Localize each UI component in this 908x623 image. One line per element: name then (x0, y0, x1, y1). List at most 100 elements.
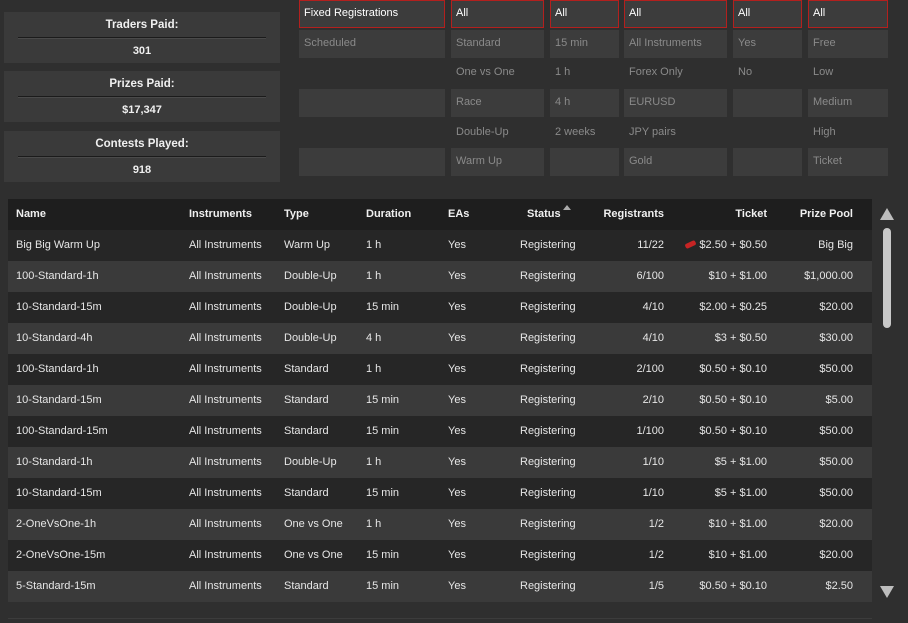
table-row[interactable]: 5-Standard-15m All Instruments Standard 15 … (8, 571, 872, 602)
table-cell: All Instruments (189, 270, 262, 282)
column-header-label: EAs (448, 208, 470, 220)
filter-option[interactable]: No (733, 59, 802, 87)
table-row[interactable]: 100-Standard-15m All Instruments Standard 1… (8, 416, 872, 447)
table-cell: $2.50 + $0.50 (684, 239, 767, 251)
table-cell-text: 100-Standard-15m (16, 425, 108, 437)
filter-option[interactable]: Forex Only (624, 59, 727, 87)
filter-option[interactable] (299, 148, 445, 176)
filter-option[interactable] (299, 89, 445, 117)
filter-option-label: High (813, 126, 836, 138)
table-cell: 6/100 (636, 270, 664, 282)
table-row[interactable]: Big Big Warm Up All Instruments Warm Up 1 h… (8, 230, 872, 261)
table-cell: All Instruments (189, 425, 262, 437)
table-row[interactable]: 10-Standard-15m All Instruments Standard 15… (8, 385, 872, 416)
filter-option[interactable]: Race (451, 89, 544, 117)
table-cell: Yes (448, 270, 466, 282)
filter-option[interactable]: Low (808, 59, 888, 87)
filter-option[interactable]: 4 h (550, 89, 619, 117)
table-cell-text: Yes (448, 301, 466, 313)
filter-option[interactable]: Free (808, 30, 888, 58)
table-cell-text: 15 min (366, 487, 400, 499)
table-header: Name Instruments Type Duration EAs Status Regi… (8, 199, 872, 230)
filter-option[interactable] (733, 89, 802, 117)
filter-option-label: EURUSD (629, 96, 676, 108)
filter-option[interactable]: JPY pairs (624, 119, 727, 147)
filter-option[interactable] (299, 59, 445, 87)
stat-contests-played: Contests Played: 918 (4, 131, 280, 182)
filter-option[interactable]: EURUSD (624, 89, 727, 117)
filter-option[interactable] (299, 119, 445, 147)
filter-option[interactable]: Scheduled (299, 30, 445, 58)
filter-option[interactable] (733, 119, 802, 147)
filter-option[interactable] (733, 148, 802, 176)
table-cell: Registering (520, 487, 576, 499)
filter-option[interactable]: All (733, 0, 802, 28)
table-cell: 10-Standard-1h (16, 456, 92, 468)
arrow-up-icon[interactable] (880, 208, 894, 220)
filter-option[interactable]: High (808, 119, 888, 147)
column-header[interactable]: Registrants (603, 208, 664, 220)
filter-option-label: Fixed Registrations (304, 7, 399, 19)
table-row[interactable]: 10-Standard-15m All Instruments Standard 15… (8, 478, 872, 509)
table-cell: Yes (448, 518, 466, 530)
table-cell-text: 100-Standard-1h (16, 270, 99, 282)
filter-option[interactable]: Ticket (808, 148, 888, 176)
table-cell: $50.00 (819, 425, 853, 437)
column-header[interactable]: Name (16, 208, 46, 220)
table-cell: All Instruments (189, 332, 262, 344)
table-cell: Yes (448, 301, 466, 313)
filter-option[interactable]: Standard (451, 30, 544, 58)
filter-option[interactable]: Yes (733, 30, 802, 58)
table-cell-text: Big Big Warm Up (16, 239, 100, 251)
filter-option[interactable]: All (550, 0, 619, 28)
filter-option[interactable]: All (451, 0, 544, 28)
table-cell: $20.00 (819, 549, 853, 561)
column-header[interactable]: Status (527, 205, 571, 220)
table-cell: 1 h (366, 456, 381, 468)
filter-option[interactable] (550, 148, 619, 176)
filter-option-label: All (555, 7, 568, 19)
filter-option[interactable]: All (808, 0, 888, 28)
column-header[interactable]: Type (284, 208, 309, 220)
filter-option[interactable]: 2 weeks (550, 119, 619, 147)
scrollbar-thumb[interactable] (883, 228, 891, 328)
table-cell: 2-OneVsOne-15m (16, 549, 105, 561)
filter-option[interactable]: All (624, 0, 727, 28)
filter-option-label: 4 h (555, 96, 571, 108)
filter-option[interactable]: One vs One (451, 59, 544, 87)
column-header[interactable]: Prize Pool (800, 208, 853, 220)
table-row[interactable]: 10-Standard-4h All Instruments Double-Up 4 … (8, 323, 872, 354)
table-row[interactable]: 2-OneVsOne-15m All Instruments One vs One 1… (8, 540, 872, 571)
table-row[interactable]: 10-Standard-1h All Instruments Double-Up 1 … (8, 447, 872, 478)
table-row[interactable]: 10-Standard-15m All Instruments Double-Up 1… (8, 292, 872, 323)
filter-option[interactable]: Gold (624, 148, 727, 176)
table-cell: $1,000.00 (804, 270, 853, 282)
table-cell-text: 15 min (366, 425, 400, 437)
table-cell: 15 min (366, 549, 399, 561)
filter-option[interactable]: 15 min (550, 30, 619, 58)
column-header[interactable]: EAs (448, 208, 469, 220)
arrow-down-icon[interactable] (880, 586, 894, 598)
column-header[interactable]: Duration (366, 208, 411, 220)
filter-option-label: Standard (456, 37, 501, 49)
table-cell: All Instruments (189, 518, 262, 530)
filter-option-label: Scheduled (304, 37, 356, 49)
table-row[interactable]: 100-Standard-1h All Instruments Double-Up 1… (8, 261, 872, 292)
filter-option[interactable]: All Instruments (624, 30, 727, 58)
table-row[interactable]: 2-OneVsOne-1h All Instruments One vs One 1 … (8, 509, 872, 540)
table-cell-text: 5-Standard-15m (16, 580, 96, 592)
filter-option[interactable]: Double-Up (451, 119, 544, 147)
table-row[interactable]: 100-Standard-1h All Instruments Standard 1 … (8, 354, 872, 385)
filter-option[interactable]: Medium (808, 89, 888, 117)
filter-option[interactable]: Warm Up (451, 148, 544, 176)
table-cell-text: Registering (520, 549, 576, 561)
filter-option[interactable]: Fixed Registrations (299, 0, 445, 28)
filter-option[interactable]: 1 h (550, 59, 619, 87)
table-cell-text: Registering (520, 394, 576, 406)
column-header[interactable]: Ticket (735, 208, 767, 220)
column-header[interactable]: Instruments (189, 208, 252, 220)
table-cell-text: All Instruments (189, 301, 262, 313)
table-cell: All Instruments (189, 301, 262, 313)
table-cell: 15 min (366, 301, 399, 313)
table-cell: Yes (448, 332, 466, 344)
